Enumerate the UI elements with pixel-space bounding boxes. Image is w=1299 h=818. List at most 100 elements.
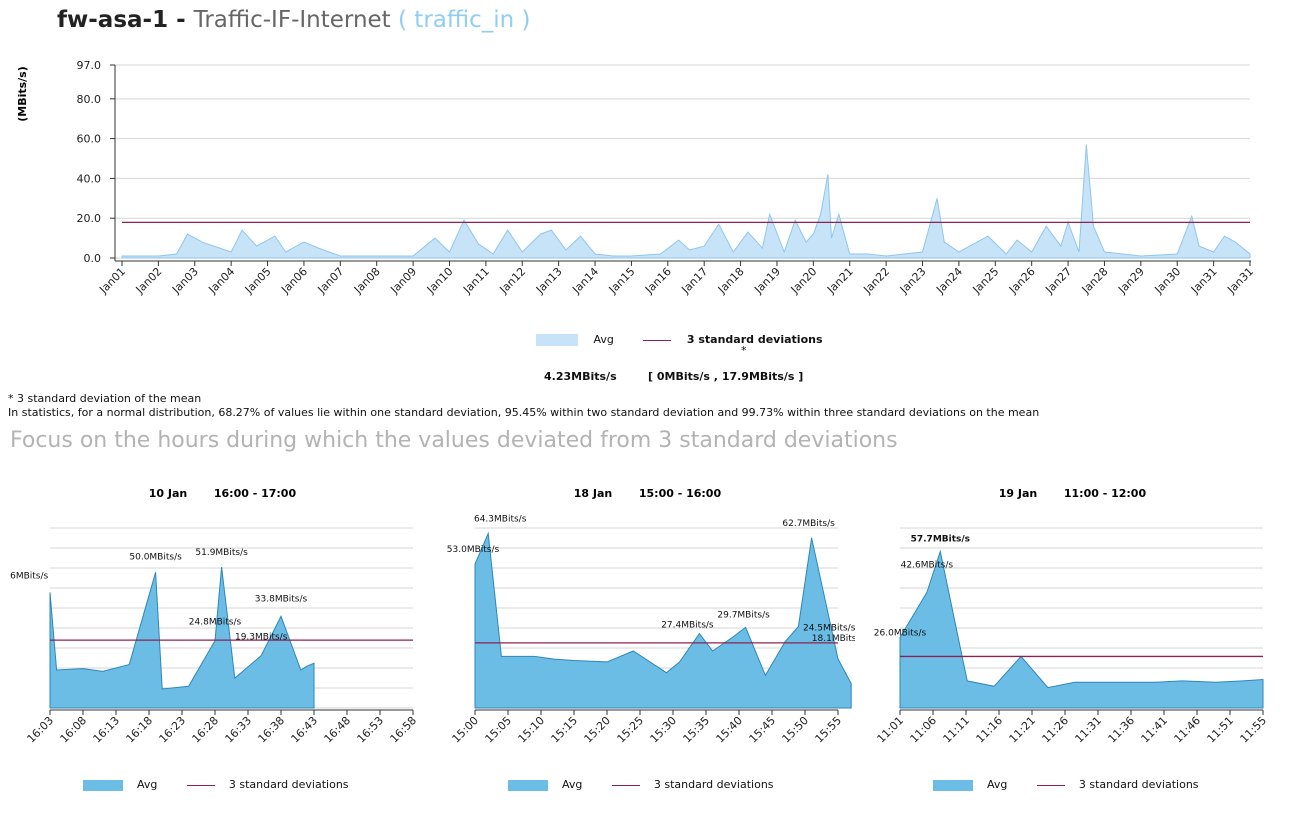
footnote-explanation: In statistics, for a normal distribution… — [8, 406, 1040, 419]
x-tick-label: 15:25 — [615, 714, 647, 746]
x-tick-label: 11:41 — [1139, 714, 1171, 746]
sd-legend-line — [611, 784, 640, 786]
x-tick-label: Jan04 — [205, 265, 237, 297]
focus-legend-10jan: Avg 3 standard deviations — [83, 778, 349, 791]
avg-legend-swatch — [536, 334, 578, 346]
avg-legend-label: Avg — [987, 778, 1008, 791]
avg-legend-label: Avg — [137, 778, 158, 791]
main-legend: Avg 3 standard deviations — [536, 333, 823, 346]
x-tick-label: 15:40 — [714, 714, 746, 746]
x-tick-label: 15:00 — [450, 714, 482, 746]
x-tick-label: Jan29 — [1115, 265, 1147, 297]
avg-legend-label: Avg — [593, 333, 614, 346]
x-tick-label: Jan03 — [169, 265, 201, 297]
y-tick-label: 80.0 — [77, 93, 102, 106]
data-label: 64.3MBits/s — [474, 514, 527, 524]
host-name: fw-asa-1 — [57, 7, 169, 33]
focus-time-range: 15:00 - 16:00 — [639, 487, 722, 500]
focus-section-title: Focus on the hours during which the valu… — [10, 428, 898, 453]
x-tick-label: Jan11 — [460, 265, 492, 297]
data-label: 42.6MBits/s — [901, 560, 954, 570]
x-tick-label: Jan24 — [933, 265, 965, 297]
y-tick-label: 60.0 — [77, 133, 102, 146]
x-tick-label: Jan27 — [1042, 265, 1074, 297]
y-tick-label: 0.0 — [84, 252, 102, 265]
x-tick-label: Jan25 — [970, 265, 1002, 297]
sd-range: [ 0MBits/s , 17.9MBits/s ] — [648, 370, 804, 383]
x-tick-label: 11:51 — [1205, 714, 1237, 746]
x-tick-label: 11:55 — [1238, 714, 1270, 746]
x-tick-label: Jan07 — [315, 265, 347, 297]
x-tick-label: 16:08 — [58, 714, 90, 746]
data-label: 42.6MBits/s — [10, 571, 49, 581]
sd-legend-line — [1036, 784, 1065, 786]
data-label: 62.7MBits/s — [782, 519, 835, 529]
x-tick-label: 11:36 — [1106, 714, 1138, 746]
x-tick-label: Jan05 — [242, 265, 274, 297]
avg-value: 4.23MBits/s — [544, 370, 617, 383]
metric-name: ( traffic_in ) — [398, 7, 531, 33]
x-tick-label: 15:20 — [582, 714, 614, 746]
sd-legend-label: 3 standard deviations — [686, 333, 823, 346]
focus-date: 19 Jan — [999, 487, 1037, 500]
data-label: 24.8MBits/s — [189, 618, 242, 628]
x-tick-label: Jan15 — [606, 265, 638, 297]
avg-area-series — [899, 549, 1264, 709]
x-tick-label: Jan28 — [1079, 265, 1111, 297]
y-axis-label: (MBits/s) — [16, 66, 29, 122]
x-tick-label: 16:48 — [322, 714, 354, 746]
x-tick-label: 16:38 — [256, 714, 288, 746]
x-tick-label: Jan12 — [497, 265, 529, 297]
x-tick-label: 16:03 — [25, 714, 57, 746]
x-tick-label: Jan09 — [387, 265, 419, 297]
main-traffic-chart: 0.020.040.060.080.097.0(MBits/s)Jan01 Jan… — [16, 59, 1256, 297]
x-tick-label: 16:18 — [124, 714, 156, 746]
x-tick-label: Jan02 — [133, 265, 165, 297]
title-separator: - — [168, 7, 194, 33]
sd-legend-line — [186, 784, 215, 786]
sd-legend-label: 3 standard deviations — [653, 778, 774, 791]
x-tick-label: 15:05 — [483, 714, 515, 746]
x-tick-label: Jan31 — [1188, 265, 1220, 297]
x-tick-label: Jan20 — [788, 265, 820, 297]
x-tick-label: 11:26 — [1040, 714, 1072, 746]
data-label: 57.7MBits/s — [911, 534, 970, 544]
x-tick-label: 15:30 — [648, 714, 680, 746]
x-tick-label: Jan21 — [824, 265, 856, 297]
page-title: fw-asa-1 - Traffic-IF-Internet ( traffic… — [57, 7, 531, 33]
data-label: 53.0MBits/s — [447, 545, 500, 555]
x-tick-label: 11:01 — [875, 714, 907, 746]
data-label: 27.4MBits/s — [661, 621, 714, 631]
x-tick-label: 15:50 — [780, 714, 812, 746]
x-tick-label: Jan18 — [715, 265, 747, 297]
focus-legend-19jan: Avg 3 standard deviations — [933, 778, 1199, 791]
focus-time-range: 11:00 - 12:00 — [1064, 487, 1147, 500]
focus-date: 18 Jan — [574, 487, 612, 500]
data-label: 24.5MBits/s — [803, 624, 855, 634]
sd-legend-line — [643, 339, 672, 341]
data-label: 50.0MBits/s — [129, 552, 182, 562]
x-tick-label: Jan08 — [351, 265, 383, 297]
footnote-sd: * 3 standard deviation of the mean — [8, 392, 202, 405]
y-tick-label: 97.0 — [77, 59, 102, 72]
x-tick-label: Jan22 — [860, 265, 892, 297]
data-label: 18.1MBits/s — [812, 634, 855, 644]
sd-legend-label: 3 standard deviations — [228, 778, 349, 791]
avg-area-series — [121, 144, 1251, 259]
x-tick-label: 16:28 — [190, 714, 222, 746]
x-tick-label: 16:23 — [157, 714, 189, 746]
x-tick-label: Jan13 — [533, 265, 565, 297]
x-tick-label: 15:45 — [747, 714, 779, 746]
focus-chart-10jan: 10 Jan 16:00 - 17:0016:03 16:08 16:13 16:18 1… — [10, 487, 419, 746]
avg-legend-swatch — [83, 779, 123, 791]
focus-time-range: 16:00 - 17:00 — [214, 487, 297, 500]
x-tick-label: Jan17 — [679, 265, 711, 297]
x-tick-label: Jan10 — [424, 265, 456, 297]
x-tick-label: 11:11 — [941, 714, 973, 746]
data-label: 51.9MBits/s — [195, 548, 248, 558]
y-tick-label: 40.0 — [77, 172, 102, 185]
focus-date: 10 Jan — [149, 487, 187, 500]
x-tick-label: Jan06 — [278, 265, 310, 297]
x-tick-label: 15:10 — [516, 714, 548, 746]
x-tick-label: 11:16 — [974, 714, 1006, 746]
